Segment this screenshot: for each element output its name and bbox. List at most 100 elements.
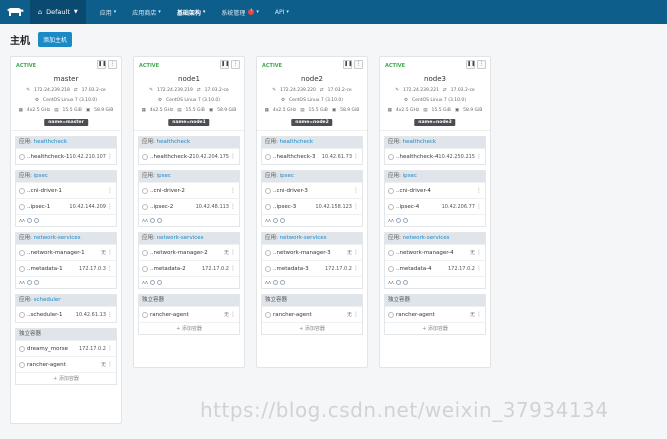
- container-row[interactable]: ..ipsec-2 10.42.48.113 ⋮: [139, 198, 239, 214]
- container-row[interactable]: ..network-manager-3 无 ⋮: [262, 244, 362, 260]
- nav-item-api[interactable]: API ▾: [267, 0, 297, 24]
- add-container-button[interactable]: + 添加容器: [16, 372, 116, 384]
- container-name[interactable]: ..ipsec-1: [27, 204, 50, 210]
- container-menu-icon[interactable]: ⋮: [230, 199, 236, 215]
- stack-link[interactable]: healthcheck: [403, 139, 437, 145]
- container-row[interactable]: ..metadata-3 172.17.0.2 ⋮: [262, 260, 362, 276]
- stack-link[interactable]: network-services: [157, 235, 204, 241]
- container-menu-icon[interactable]: ⋮: [230, 307, 236, 323]
- container-name[interactable]: rancher-agent: [150, 312, 189, 318]
- container-row[interactable]: ..network-manager-4 无 ⋮: [385, 244, 485, 260]
- stack-link[interactable]: scheduler: [34, 297, 61, 303]
- container-name[interactable]: ..metadata-4: [396, 266, 432, 272]
- container-row[interactable]: ..network-manager-1 无 ⋮: [16, 244, 116, 260]
- pause-button[interactable]: ❚❚: [343, 60, 352, 69]
- container-menu-icon[interactable]: ⋮: [353, 261, 359, 277]
- container-menu-icon[interactable]: ⋮: [476, 307, 482, 323]
- container-name[interactable]: rancher-agent: [396, 312, 435, 318]
- container-row[interactable]: ..cni-driver-2 ⋮: [139, 182, 239, 198]
- container-row[interactable]: ..metadata-2 172.17.0.2 ⋮: [139, 260, 239, 276]
- container-name[interactable]: ..network-manager-4: [396, 250, 454, 256]
- more-menu-button[interactable]: ⋮: [231, 60, 240, 69]
- container-menu-icon[interactable]: ⋮: [353, 183, 359, 199]
- container-name[interactable]: rancher-agent: [273, 312, 312, 318]
- container-row[interactable]: ..ipsec-4 10.42.206.77 ⋮: [385, 198, 485, 214]
- stack-link[interactable]: healthcheck: [34, 139, 68, 145]
- container-menu-icon[interactable]: ⋮: [476, 149, 482, 165]
- container-row[interactable]: ..healthcheck-2 10.42.204.175 ⋮: [139, 148, 239, 164]
- stack-link[interactable]: ipsec: [280, 173, 294, 179]
- container-name[interactable]: ..network-manager-3: [273, 250, 331, 256]
- stack-link[interactable]: ipsec: [157, 173, 171, 179]
- container-menu-icon[interactable]: ⋮: [353, 245, 359, 261]
- container-row[interactable]: ..healthcheck-3 10.42.61.73 ⋮: [262, 148, 362, 164]
- container-row[interactable]: ..healthcheck-4 10.42.250.215 ⋮: [385, 148, 485, 164]
- container-name[interactable]: ..metadata-1: [27, 266, 63, 272]
- container-menu-icon[interactable]: ⋮: [230, 261, 236, 277]
- container-menu-icon[interactable]: ⋮: [107, 357, 113, 373]
- container-menu-icon[interactable]: ⋮: [107, 261, 113, 277]
- container-name[interactable]: dreamy_morse: [27, 346, 68, 352]
- container-menu-icon[interactable]: ⋮: [230, 149, 236, 165]
- add-container-button[interactable]: + 添加容器: [139, 322, 239, 334]
- container-row[interactable]: rancher-agent 无 ⋮: [262, 306, 362, 322]
- stack-link[interactable]: healthcheck: [157, 139, 191, 145]
- stack-link[interactable]: ipsec: [34, 173, 48, 179]
- container-name[interactable]: ..cni-driver-4: [396, 188, 431, 194]
- container-name[interactable]: ..cni-driver-2: [150, 188, 185, 194]
- environment-selector[interactable]: ⌂ Default ▼: [30, 0, 86, 24]
- stack-link[interactable]: ipsec: [403, 173, 417, 179]
- container-menu-icon[interactable]: ⋮: [230, 245, 236, 261]
- container-row[interactable]: ..ipsec-1 10.42.144.209 ⋮: [16, 198, 116, 214]
- container-menu-icon[interactable]: ⋮: [107, 245, 113, 261]
- container-name[interactable]: rancher-agent: [27, 362, 66, 368]
- more-menu-button[interactable]: ⋮: [477, 60, 486, 69]
- container-name[interactable]: ..healthcheck-1: [27, 154, 70, 160]
- nav-item-infrastructure[interactable]: 基础架构 ▾: [169, 0, 214, 24]
- container-row[interactable]: rancher-agent 无 ⋮: [385, 306, 485, 322]
- container-menu-icon[interactable]: ⋮: [353, 199, 359, 215]
- container-menu-icon[interactable]: ⋮: [353, 307, 359, 323]
- stack-link[interactable]: network-services: [403, 235, 450, 241]
- container-row[interactable]: ..cni-driver-1 ⋮: [16, 182, 116, 198]
- container-row[interactable]: rancher-agent 无 ⋮: [139, 306, 239, 322]
- container-menu-icon[interactable]: ⋮: [353, 149, 359, 165]
- more-menu-button[interactable]: ⋮: [108, 60, 117, 69]
- container-row[interactable]: rancher-agent 无 ⋮: [16, 356, 116, 372]
- container-menu-icon[interactable]: ⋮: [107, 307, 113, 323]
- container-name[interactable]: ..network-manager-2: [150, 250, 208, 256]
- container-name[interactable]: ..healthcheck-4: [396, 154, 439, 160]
- container-row[interactable]: ..cni-driver-3 ⋮: [262, 182, 362, 198]
- stack-link[interactable]: network-services: [280, 235, 327, 241]
- container-menu-icon[interactable]: ⋮: [230, 183, 236, 199]
- container-name[interactable]: ..ipsec-3: [273, 204, 296, 210]
- container-name[interactable]: ..cni-driver-1: [27, 188, 62, 194]
- container-row[interactable]: ..scheduler-1 10.42.61.13 ⋮: [16, 306, 116, 322]
- stack-link[interactable]: healthcheck: [280, 139, 314, 145]
- more-menu-button[interactable]: ⋮: [354, 60, 363, 69]
- add-container-button[interactable]: + 添加容器: [385, 322, 485, 334]
- container-name[interactable]: ..ipsec-2: [150, 204, 173, 210]
- container-name[interactable]: ..metadata-2: [150, 266, 186, 272]
- container-row[interactable]: ..network-manager-2 无 ⋮: [139, 244, 239, 260]
- container-menu-icon[interactable]: ⋮: [476, 261, 482, 277]
- add-container-button[interactable]: + 添加容器: [262, 322, 362, 334]
- add-host-button[interactable]: 添加主机: [38, 32, 73, 47]
- nav-item-admin[interactable]: 系统管理! ▾: [213, 0, 267, 24]
- stack-link[interactable]: network-services: [34, 235, 81, 241]
- nav-item-apps[interactable]: 应用 ▾: [92, 0, 125, 24]
- container-name[interactable]: ..ipsec-4: [396, 204, 419, 210]
- container-row[interactable]: ..healthcheck-1 10.42.210.107 ⋮: [16, 148, 116, 164]
- container-menu-icon[interactable]: ⋮: [107, 341, 113, 357]
- pause-button[interactable]: ❚❚: [97, 60, 106, 69]
- container-row[interactable]: dreamy_morse 172.17.0.2 ⋮: [16, 340, 116, 356]
- pause-button[interactable]: ❚❚: [466, 60, 475, 69]
- container-row[interactable]: ..cni-driver-4 ⋮: [385, 182, 485, 198]
- container-name[interactable]: ..cni-driver-3: [273, 188, 308, 194]
- nav-item-catalog[interactable]: 应用商店 ▾: [124, 0, 169, 24]
- container-name[interactable]: ..healthcheck-3: [273, 154, 316, 160]
- container-name[interactable]: ..healthcheck-2: [150, 154, 193, 160]
- container-menu-icon[interactable]: ⋮: [107, 183, 113, 199]
- container-row[interactable]: ..metadata-1 172.17.0.3 ⋮: [16, 260, 116, 276]
- container-menu-icon[interactable]: ⋮: [476, 199, 482, 215]
